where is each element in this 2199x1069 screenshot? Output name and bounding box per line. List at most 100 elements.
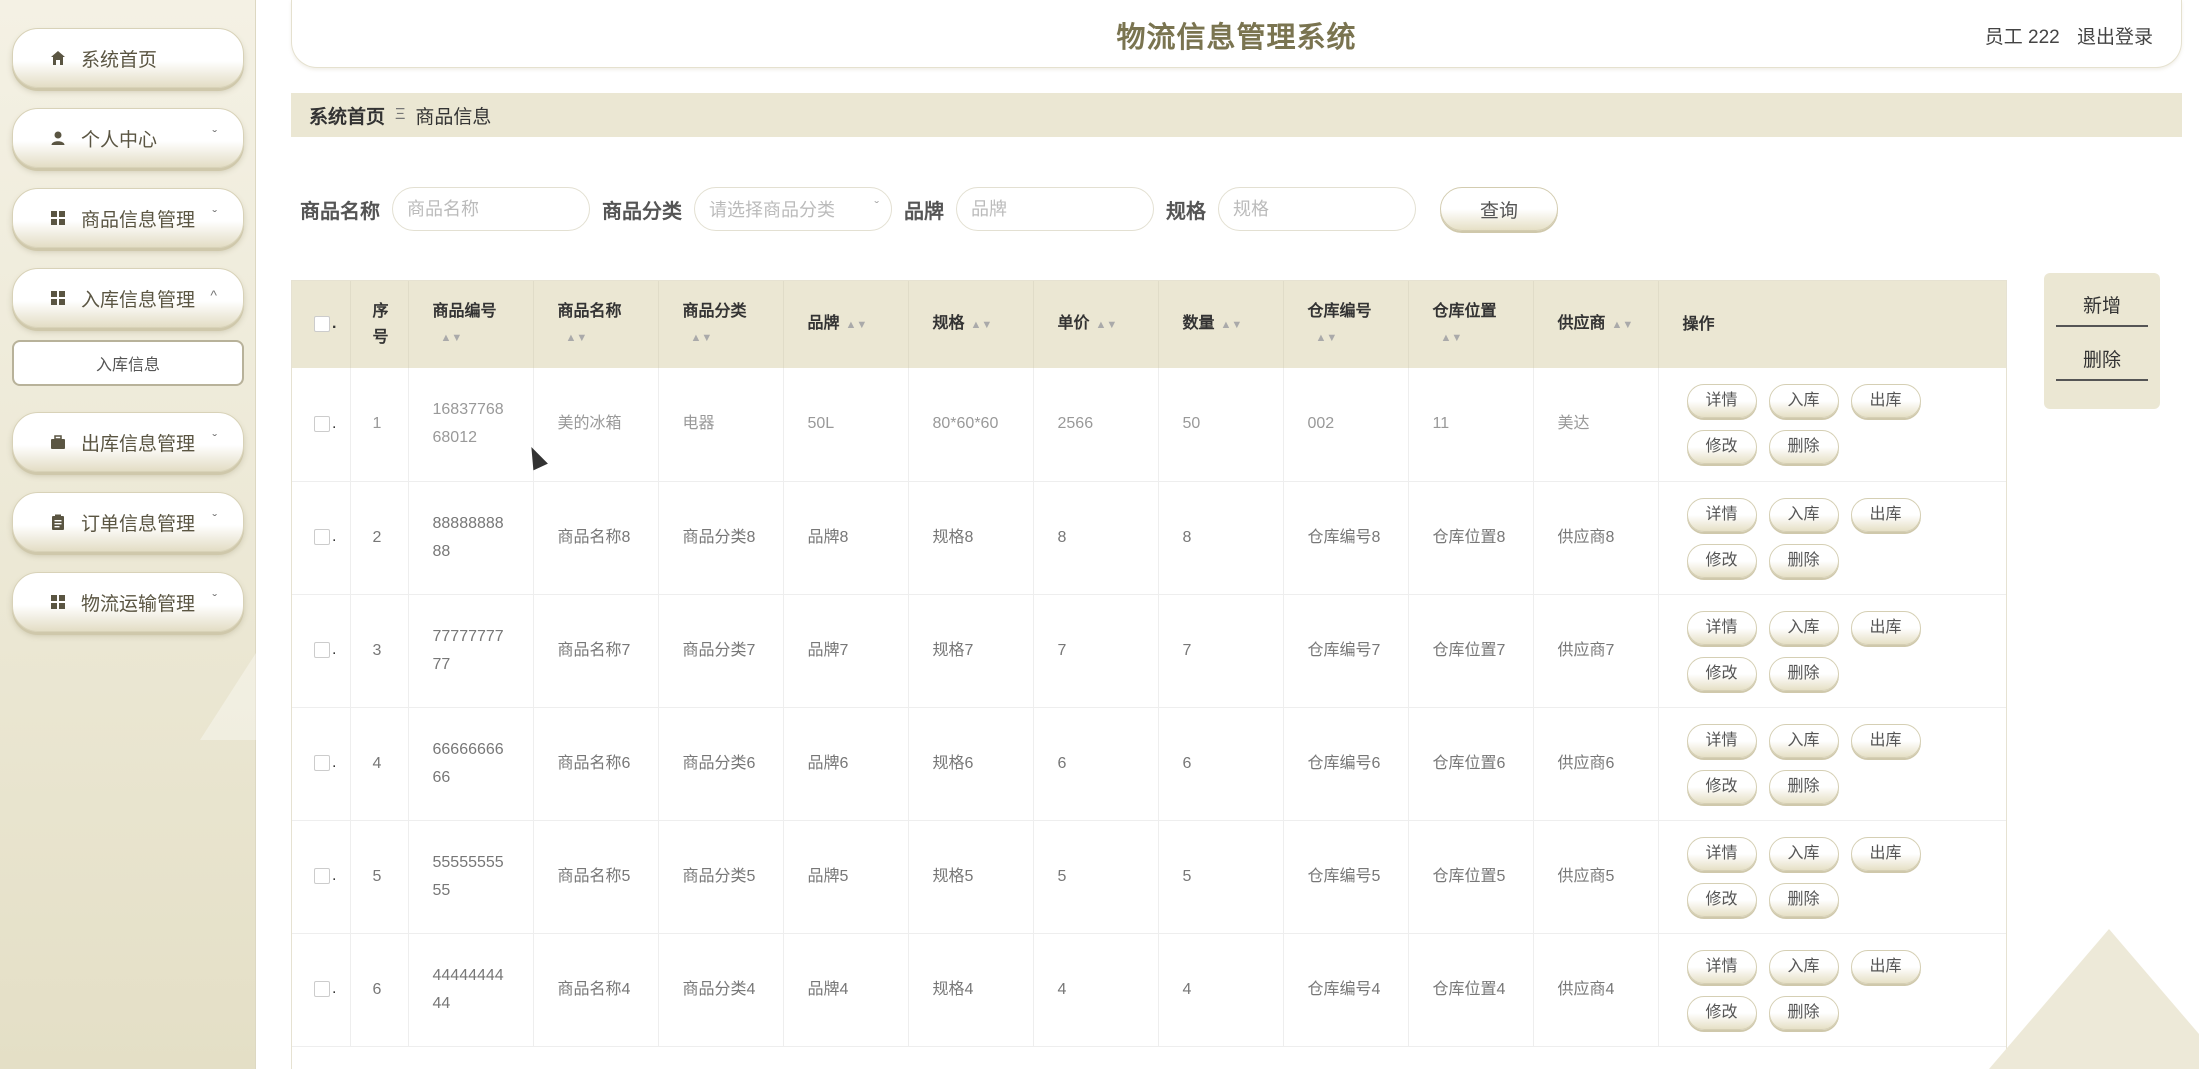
stock-out-button[interactable]: 出库 (1850, 723, 1921, 758)
cell-wh-code: 仓库编号7 (1283, 594, 1409, 708)
user-area: 员工 222 退出登录 (1973, 22, 2153, 49)
sidebar-item-label: 系统首页 (81, 49, 158, 71)
stock-out-button[interactable]: 出库 (1850, 497, 1921, 532)
stock-in-button[interactable]: 入库 (1768, 384, 1839, 419)
detail-button[interactable]: 详情 (1686, 836, 1757, 871)
row-checkbox[interactable] (314, 416, 330, 433)
delete-row-button[interactable]: 删除 (1768, 769, 1839, 804)
header-supplier[interactable]: 供应商 ▲▼ (1533, 281, 1659, 368)
cell-category: 商品分类5 (658, 820, 784, 934)
sort-icon[interactable]: ▲▼ (971, 312, 993, 338)
edit-button[interactable]: 修改 (1686, 656, 1757, 691)
edit-button[interactable]: 修改 (1686, 882, 1757, 917)
stock-in-button[interactable]: 入库 (1768, 949, 1839, 984)
cell-spec: 规格5 (908, 820, 1034, 934)
edit-button[interactable]: 修改 (1686, 543, 1757, 578)
sidebar-item-1[interactable]: 个人中心 ˇ (12, 108, 244, 168)
sidebar-item-2[interactable]: 商品信息管理 ˇ (12, 188, 244, 248)
sidebar-item-4[interactable]: 出库信息管理 ˇ (12, 412, 244, 472)
detail-button[interactable]: 详情 (1686, 384, 1757, 419)
add-button[interactable]: 新增 (2056, 291, 2148, 327)
row-checkbox[interactable] (314, 868, 330, 885)
product-name-input[interactable] (392, 187, 590, 231)
sort-icon[interactable]: ▲▼ (566, 325, 634, 351)
sort-icon[interactable]: ▲▼ (846, 312, 868, 338)
row-checkbox[interactable] (314, 981, 330, 998)
row-checkbox[interactable] (314, 755, 330, 772)
delete-row-button[interactable]: 删除 (1768, 430, 1839, 465)
table-row: . 6 4444444444 商品名称4 商品分类4 品牌4 规格4 4 4 仓库编号4 仓库位置4… (292, 933, 2006, 1047)
row-checkbox[interactable] (314, 529, 330, 546)
query-button[interactable]: 查询 (1440, 187, 1558, 231)
sort-icon[interactable]: ▲▼ (1316, 325, 1384, 351)
sort-icon[interactable]: ▲▼ (691, 325, 759, 351)
delete-row-button[interactable]: 删除 (1768, 882, 1839, 917)
header-wh-code[interactable]: 仓库编号 ▲▼ (1283, 281, 1409, 368)
cell-price: 6 (1033, 707, 1159, 821)
header-brand[interactable]: 品牌 ▲▼ (783, 281, 909, 368)
detail-button[interactable]: 详情 (1686, 497, 1757, 532)
sort-icon[interactable]: ▲▼ (1096, 312, 1118, 338)
header-name[interactable]: 商品名称 ▲▼ (533, 281, 659, 368)
stock-in-button[interactable]: 入库 (1768, 497, 1839, 532)
cell-qty: 7 (1158, 594, 1284, 708)
detail-button[interactable]: 详情 (1686, 723, 1757, 758)
delete-row-button[interactable]: 删除 (1768, 656, 1839, 691)
sidebar-item-0[interactable]: 系统首页 (12, 28, 244, 88)
sort-icon[interactable]: ▲▼ (1221, 312, 1243, 338)
row-checkbox[interactable] (314, 642, 330, 659)
header-wh-loc[interactable]: 仓库位置 ▲▼ (1408, 281, 1534, 368)
stock-in-button[interactable]: 入库 (1768, 723, 1839, 758)
sort-icon[interactable]: ▲▼ (1441, 325, 1509, 351)
delete-row-button[interactable]: 删除 (1768, 995, 1839, 1030)
cell-price: 2566 (1033, 368, 1159, 482)
category-select[interactable]: 请选择商品分类 ˇ (694, 187, 892, 231)
detail-button[interactable]: 详情 (1686, 949, 1757, 984)
header-qty[interactable]: 数量 ▲▼ (1158, 281, 1284, 368)
cell-index: 1 (350, 368, 409, 482)
sidebar-item-5[interactable]: 订单信息管理 ˇ (12, 492, 244, 552)
breadcrumb-home[interactable]: 系统首页 (309, 102, 385, 129)
stock-out-button[interactable]: 出库 (1850, 384, 1921, 419)
edit-button[interactable]: 修改 (1686, 430, 1757, 465)
stock-out-button[interactable]: 出库 (1850, 836, 1921, 871)
select-all-checkbox[interactable] (314, 316, 330, 333)
grid-icon (49, 593, 67, 611)
stock-out-button[interactable]: 出库 (1850, 610, 1921, 645)
delete-row-button[interactable]: 删除 (1768, 543, 1839, 578)
detail-button[interactable]: 详情 (1686, 610, 1757, 645)
cell-ops: 详情 入库 出库修改 删除 (1658, 594, 2006, 708)
page-title: 物流信息管理系统 (1116, 22, 1357, 54)
cell-brand: 品牌6 (783, 707, 909, 821)
stock-in-button[interactable]: 入库 (1768, 836, 1839, 871)
cell-supplier: 供应商7 (1533, 594, 1659, 708)
stock-in-button[interactable]: 入库 (1768, 610, 1839, 645)
cell-wh-code: 仓库编号6 (1283, 707, 1409, 821)
submenu-item-stock-in[interactable]: 入库信息 (12, 340, 244, 386)
brand-input[interactable] (956, 187, 1154, 231)
cell-name: 商品名称7 (533, 594, 659, 708)
edit-button[interactable]: 修改 (1686, 995, 1757, 1030)
spec-input[interactable] (1218, 187, 1416, 231)
cell-code: 5555555555 (408, 820, 534, 934)
briefcase-icon (49, 433, 67, 451)
edit-button[interactable]: 修改 (1686, 769, 1757, 804)
sidebar-item-3[interactable]: 入库信息管理 ^ (12, 268, 244, 328)
header-spec[interactable]: 规格 ▲▼ (908, 281, 1034, 368)
batch-delete-button[interactable]: 删除 (2056, 345, 2148, 381)
sidebar-item-6[interactable]: 物流运输管理 ˇ (12, 572, 244, 632)
header-index: 序号 (350, 281, 409, 368)
logout-button[interactable]: 退出登录 (2077, 27, 2153, 48)
header-price[interactable]: 单价 ▲▼ (1033, 281, 1159, 368)
cell-category: 电器 (658, 368, 784, 482)
cell-wh-loc: 仓库位置6 (1408, 707, 1534, 821)
clipboard-icon (49, 513, 67, 531)
stock-out-button[interactable]: 出库 (1850, 949, 1921, 984)
header-code[interactable]: 商品编号 ▲▼ (408, 281, 534, 368)
cell-brand: 品牌7 (783, 594, 909, 708)
sort-icon[interactable]: ▲▼ (441, 325, 509, 351)
header-category[interactable]: 商品分类 ▲▼ (658, 281, 784, 368)
cell-price: 5 (1033, 820, 1159, 934)
cell-category: 商品分类7 (658, 594, 784, 708)
sort-icon[interactable]: ▲▼ (1612, 312, 1634, 338)
